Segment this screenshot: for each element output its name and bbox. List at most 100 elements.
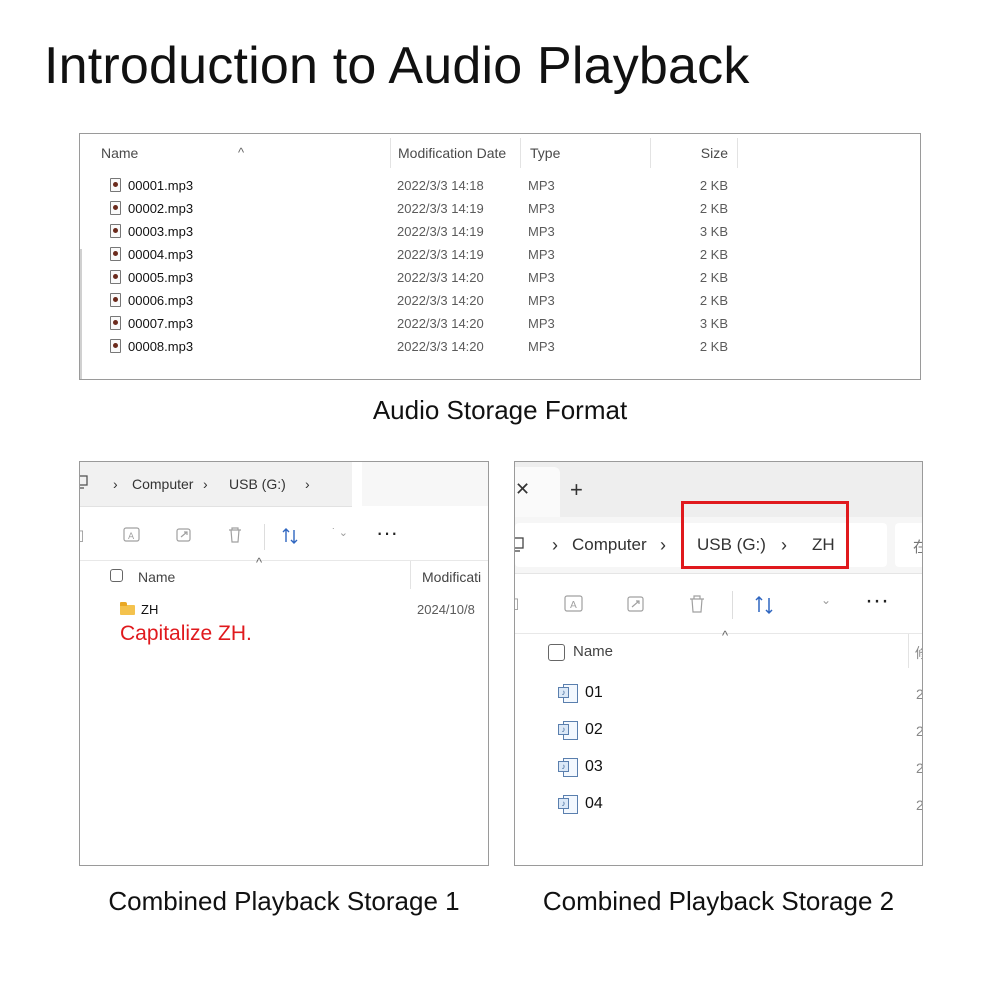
breadcrumb-computer[interactable]: Computer (132, 476, 193, 492)
chevron-down-icon[interactable]: ⌄ (821, 593, 831, 607)
svg-text:A: A (128, 532, 135, 542)
address-bar[interactable]: › Computer › USB (G:) › (80, 462, 352, 507)
file-name: 00005.mp3 (128, 270, 194, 285)
trash-icon[interactable] (227, 526, 243, 544)
new-icon[interactable]: ▯ (80, 526, 84, 544)
folder-date: 2024/10/8 (417, 602, 475, 617)
folder-row[interactable]: ZH 2024/10/8 (80, 598, 488, 620)
file-size: 3 KB (699, 316, 728, 331)
sort-up-icon[interactable]: ^ (238, 145, 244, 160)
file-type: MP3 (528, 201, 555, 216)
capitalize-note: Capitalize ZH. (120, 622, 252, 645)
active-tab[interactable]: ✕ (515, 467, 560, 517)
column-header-type[interactable]: Type (530, 145, 560, 161)
file-list-window: ^ Name Modification Date Type Size 00001… (79, 133, 921, 380)
list-header: ^ Name 修 (515, 628, 922, 668)
file-row[interactable]: 00003.mp3 2022/3/3 14:19 MP3 3 KB (80, 220, 920, 243)
new-icon[interactable]: ▯ (515, 594, 519, 612)
column-header-cut: 修 (915, 643, 922, 663)
page-title: Introduction to Audio Playback (44, 37, 750, 95)
file-date: 2022/3/3 14:18 (397, 178, 484, 193)
caption-storage-1: Combined Playback Storage 1 (108, 886, 460, 916)
audio-folder-icon: ♪ (558, 720, 580, 742)
breadcrumb-computer[interactable]: Computer (572, 535, 647, 555)
file-name: 00006.mp3 (128, 293, 194, 308)
share-icon[interactable] (175, 526, 193, 544)
file-row[interactable]: 00004.mp3 2022/3/3 14:19 MP3 2 KB (80, 243, 920, 266)
new-tab-icon[interactable]: + (570, 477, 583, 503)
chevron-down-icon[interactable]: ˙ ⌄ (332, 526, 348, 539)
mp3-file-icon (110, 270, 121, 284)
computer-icon (515, 537, 524, 552)
sort-icon[interactable] (753, 595, 775, 615)
folder-row[interactable]: ♪ 03 2 (515, 755, 922, 781)
folder-name: ZH (141, 602, 159, 617)
mp3-file-icon (110, 339, 121, 353)
file-name: 00002.mp3 (128, 201, 194, 216)
folder-row[interactable]: ♪ 01 2 (515, 681, 922, 707)
truncated-date: 2 (916, 723, 922, 739)
more-icon[interactable]: ··· (865, 587, 889, 615)
file-name: 00007.mp3 (128, 316, 194, 331)
folder-row[interactable]: ♪ 02 2 (515, 718, 922, 744)
file-row[interactable]: 00002.mp3 2022/3/3 14:19 MP3 2 KB (80, 197, 920, 220)
truncated-date: 2 (916, 797, 922, 813)
select-all-checkbox[interactable] (548, 644, 565, 661)
sort-icon[interactable] (280, 527, 300, 545)
chevron-right-icon: › (203, 476, 208, 492)
file-size: 2 KB (699, 201, 728, 216)
column-header-size[interactable]: Size (660, 145, 728, 161)
folder-name: 03 (585, 758, 603, 775)
file-date: 2022/3/3 14:19 (397, 201, 484, 216)
list-header: ^ Name Modificati (80, 555, 488, 589)
rename-icon[interactable]: A (122, 526, 142, 544)
folder-name: 02 (585, 721, 603, 738)
rename-icon[interactable]: A (563, 594, 585, 614)
column-header-name[interactable]: Name (101, 145, 138, 161)
file-date: 2022/3/3 14:19 (397, 224, 484, 239)
file-row[interactable]: 00007.mp3 2022/3/3 14:20 MP3 3 KB (80, 312, 920, 335)
file-size: 2 KB (699, 293, 728, 308)
file-name: 00008.mp3 (128, 339, 194, 354)
column-header-name[interactable]: Name (573, 643, 613, 660)
search-box[interactable] (362, 462, 488, 506)
toolbar: ▯ A ⌄ ··· (515, 587, 922, 623)
caption-storage-2: Combined Playback Storage 2 (542, 886, 895, 916)
sort-up-icon[interactable]: ^ (256, 555, 262, 570)
truncated-date: 2 (916, 760, 922, 776)
chevron-right-icon: › (305, 476, 310, 492)
mp3-file-icon (110, 178, 121, 192)
mp3-file-icon (110, 224, 121, 238)
share-icon[interactable] (626, 594, 646, 614)
file-date: 2022/3/3 14:20 (397, 316, 484, 331)
more-icon[interactable]: ··· (376, 520, 398, 546)
file-row[interactable]: 00005.mp3 2022/3/3 14:20 MP3 2 KB (80, 266, 920, 289)
file-row[interactable]: 00006.mp3 2022/3/3 14:20 MP3 2 KB (80, 289, 920, 312)
select-all-checkbox[interactable] (110, 569, 123, 582)
file-row[interactable]: 00008.mp3 2022/3/3 14:20 MP3 2 KB (80, 335, 920, 358)
trash-icon[interactable] (688, 594, 706, 614)
highlight-box (681, 501, 849, 569)
file-date: 2022/3/3 14:20 (397, 339, 484, 354)
mp3-file-icon (110, 293, 121, 307)
breadcrumb-usb[interactable]: USB (G:) (229, 476, 286, 492)
column-header-name[interactable]: Name (138, 569, 175, 585)
file-date: 2022/3/3 14:20 (397, 270, 484, 285)
chevron-right-icon: › (552, 535, 558, 555)
computer-icon (80, 475, 88, 489)
folder-row[interactable]: ♪ 04 2 (515, 792, 922, 818)
column-header-date[interactable]: Modification Date (398, 145, 506, 161)
sort-up-icon[interactable]: ^ (722, 628, 728, 643)
close-icon[interactable]: ✕ (515, 479, 530, 500)
search-box[interactable]: 在 (895, 523, 922, 567)
file-name: 00003.mp3 (128, 224, 194, 239)
mp3-file-icon (110, 316, 121, 330)
storage2-window: ✕ + › Computer › USB (G:) › ZH 在 ▯ A ⌄ ·… (514, 461, 923, 866)
file-row[interactable]: 00001.mp3 2022/3/3 14:18 MP3 2 KB (80, 174, 920, 197)
folder-name: 04 (585, 795, 603, 812)
audio-folder-icon: ♪ (558, 683, 580, 705)
file-size: 3 KB (699, 224, 728, 239)
svg-text:A: A (570, 600, 577, 611)
file-size: 2 KB (699, 247, 728, 262)
column-header-modified[interactable]: Modificati (422, 569, 481, 585)
